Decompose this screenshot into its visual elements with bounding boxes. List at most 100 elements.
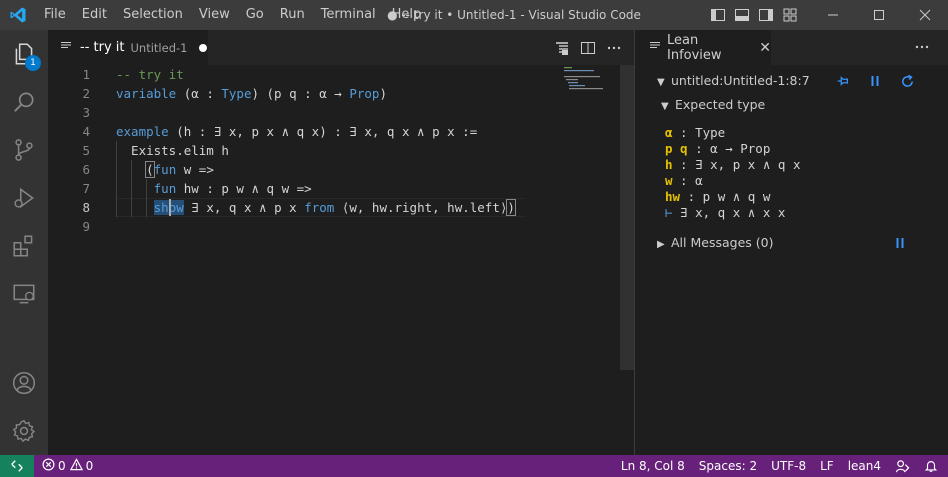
messages-pause-icon[interactable]: [891, 234, 909, 252]
keyword-token: fun: [153, 162, 177, 177]
menu-go[interactable]: Go: [238, 0, 272, 30]
line-number: 7: [82, 181, 90, 196]
expected-type-header[interactable]: ▼ Expected type: [661, 96, 765, 114]
end-of-line[interactable]: LF: [813, 455, 841, 477]
close-icon[interactable]: ✕: [759, 40, 771, 56]
code-line-1: -- try it: [116, 65, 184, 84]
keyword-token: variable: [116, 86, 177, 101]
menu-terminal[interactable]: Terminal: [313, 0, 384, 30]
settings-gear-icon[interactable]: [0, 407, 48, 455]
text-file-icon: [60, 40, 72, 56]
code-token: (α :: [176, 86, 222, 101]
code-line-2: variable (α : Type) (p q : α → Prop): [116, 84, 387, 103]
minimap[interactable]: [562, 65, 620, 105]
vscode-logo-icon: [0, 0, 36, 30]
hypothesis-name[interactable]: hw: [665, 189, 680, 204]
turnstile-symbol: ⊢: [665, 205, 673, 220]
menu-selection[interactable]: Selection: [115, 0, 191, 30]
hypothesis-sep: :: [680, 189, 703, 204]
code-line-8: show ∃ x, q x ∧ p x from ⟨w, hw.right, h…: [116, 198, 516, 217]
keyword-token: fun: [153, 181, 177, 196]
code-token: ): [379, 86, 387, 101]
line-number-active: 8: [82, 200, 90, 215]
unsaved-dot-icon[interactable]: [199, 43, 208, 52]
warning-count: 0: [85, 459, 94, 473]
toggle-secondary-sidebar-icon[interactable]: [754, 0, 778, 30]
pin-icon[interactable]: [827, 72, 859, 90]
split-editor-icon[interactable]: [576, 36, 600, 60]
goal-target[interactable]: ∃ x, q x ∧ x x: [673, 205, 785, 220]
customize-layout-icon[interactable]: [778, 0, 802, 30]
menu-edit[interactable]: Edit: [74, 0, 115, 30]
more-actions-icon[interactable]: [910, 35, 934, 59]
hypothesis-sep: :: [672, 173, 696, 188]
extensions-icon[interactable]: [0, 222, 48, 270]
language-mode[interactable]: lean4: [841, 455, 888, 477]
tab-label: -- try it: [80, 40, 125, 55]
editor-tab-untitled-1[interactable]: -- try it Untitled-1: [48, 30, 208, 65]
error-icon: [42, 458, 55, 474]
hypothesis-name[interactable]: p q: [665, 141, 688, 156]
remote-explorer-icon[interactable]: [0, 270, 48, 318]
code-line-4: example (h : ∃ x, p x ∧ q x) : ∃ x, q x …: [116, 122, 477, 141]
feedback-icon[interactable]: [888, 455, 917, 477]
menu-file[interactable]: File: [36, 0, 74, 30]
menu-view[interactable]: View: [191, 0, 238, 30]
problems-indicator[interactable]: 0 0: [34, 455, 100, 477]
cursor-position[interactable]: Ln 8, Col 8: [614, 455, 692, 477]
source-control-icon[interactable]: [0, 126, 48, 174]
hypothesis-row: h : ∃ x, p x ∧ q x: [665, 157, 800, 173]
run-debug-icon[interactable]: [0, 174, 48, 222]
line-number: 5: [82, 143, 90, 158]
goal-target-row: ⊢ ∃ x, q x ∧ x x: [665, 205, 785, 221]
tab-description: Untitled-1: [130, 40, 188, 55]
editor-actions: [548, 30, 626, 65]
line-number: 3: [82, 105, 90, 120]
explorer-icon[interactable]: 1: [0, 30, 48, 78]
code-token: hw : p w ∧ q w =>: [176, 181, 312, 196]
minimize-icon[interactable]: [810, 0, 856, 30]
menu-bar: File Edit Selection View Go Run Terminal…: [36, 0, 429, 30]
hypothesis-name[interactable]: α: [665, 125, 673, 140]
refresh-icon[interactable]: [891, 72, 923, 90]
bracket-match: (: [145, 161, 155, 178]
status-bar-right: Ln 8, Col 8 Spaces: 2 UTF-8 LF lean4: [614, 455, 948, 477]
account-icon[interactable]: [0, 359, 48, 407]
all-messages-header[interactable]: ▶ All Messages (0): [657, 234, 773, 252]
menu-run[interactable]: Run: [272, 0, 313, 30]
editor-scrollbar[interactable]: [620, 65, 634, 370]
hypothesis-type[interactable]: Type: [695, 125, 725, 140]
toggle-panel-icon[interactable]: [730, 0, 754, 30]
maximize-icon[interactable]: [856, 0, 902, 30]
hypothesis-type[interactable]: α: [695, 173, 703, 188]
notifications-bell-icon[interactable]: [917, 455, 948, 477]
infoview-toggle-icon[interactable]: [550, 36, 574, 60]
infoview-tab[interactable]: Lean Infoview ✕: [635, 30, 771, 65]
title-bar: File Edit Selection View Go Run Terminal…: [0, 0, 948, 30]
remote-indicator-icon[interactable]: [0, 455, 34, 477]
warning-icon: [69, 458, 83, 474]
hypothesis-sep: :: [687, 141, 711, 156]
more-actions-icon[interactable]: [602, 36, 626, 60]
code-line-7: fun hw : p w ∧ q w =>: [116, 179, 312, 198]
hypothesis-name[interactable]: h: [665, 157, 673, 172]
bracket-match: ): [506, 199, 516, 216]
encoding[interactable]: UTF-8: [764, 455, 813, 477]
menu-help[interactable]: Help: [384, 0, 430, 30]
hypothesis-name[interactable]: w: [665, 173, 673, 188]
hypothesis-type[interactable]: ∃ x, p x ∧ q x: [695, 157, 800, 172]
error-count: 0: [58, 459, 66, 473]
code-token: ) (p q : α →: [251, 86, 350, 101]
search-icon[interactable]: [0, 78, 48, 126]
keyword-token: from: [304, 200, 335, 215]
indentation[interactable]: Spaces: 2: [692, 455, 764, 477]
position-header[interactable]: ▼ untitled:Untitled-1:8:7: [657, 72, 810, 90]
hypothesis-type[interactable]: p w ∧ q w: [703, 189, 771, 204]
close-window-icon[interactable]: [902, 0, 948, 30]
code-editor[interactable]: 1 2 3 4 5 6 7 8 9 -- try it variable (α …: [48, 65, 634, 455]
code-line-5: Exists.elim h: [116, 143, 229, 158]
toggle-primary-sidebar-icon[interactable]: [706, 0, 730, 30]
hypothesis-type[interactable]: α → Prop: [710, 141, 770, 156]
pause-icon[interactable]: [859, 72, 891, 90]
